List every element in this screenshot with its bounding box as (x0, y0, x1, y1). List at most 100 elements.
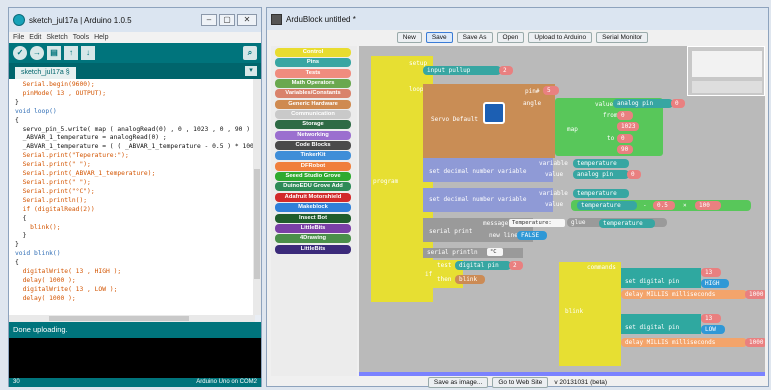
scroll-thumb[interactable] (254, 169, 260, 279)
digital-pin-socket[interactable]: digital pin (455, 261, 511, 270)
code-line: digitalWrite( 13 , HIGH ); (15, 268, 122, 276)
category-button[interactable]: DFRobot (275, 161, 351, 171)
to-min-value[interactable]: 0 (617, 134, 633, 143)
category-button[interactable]: Insect Bot (275, 213, 351, 223)
high-value[interactable]: HIGH (701, 279, 729, 288)
temperature-var-4[interactable]: temperature (599, 219, 655, 228)
save-icon[interactable]: ↓ (81, 46, 95, 60)
upload-button[interactable]: Upload to Arduino (528, 32, 593, 43)
temperature-var-2[interactable]: temperature (573, 189, 629, 198)
pin-13-value-2[interactable]: 13 (701, 314, 721, 323)
category-button[interactable]: Adafruit Motorshield (275, 192, 351, 202)
low-value[interactable]: LOW (701, 325, 725, 334)
loop-label: loop (409, 86, 424, 93)
input-pullup-block[interactable]: input pullup (423, 66, 501, 75)
category-button[interactable]: Control (275, 48, 351, 57)
message-text[interactable]: Temperature: (509, 219, 565, 227)
status-bar: Done uploading. (9, 322, 261, 338)
close-button[interactable]: ✕ (237, 14, 257, 26)
save-as-button[interactable]: Save As (456, 32, 493, 43)
from-label: from (603, 112, 618, 119)
category-button[interactable]: Tests (275, 68, 351, 78)
line-number: 30 (13, 379, 20, 385)
temperature-var-3[interactable]: temperature (577, 201, 637, 210)
code-line: void loop() (15, 107, 57, 115)
code-line: { (15, 116, 19, 124)
scroll-thumb[interactable] (49, 316, 189, 321)
analog-pin-socket-2[interactable]: analog pin (573, 170, 629, 179)
analog-pin-value[interactable]: 0 (671, 99, 685, 108)
analog-pin-value-2[interactable]: 0 (627, 170, 641, 179)
servo-pin-value[interactable]: 5 (543, 86, 559, 95)
to-value[interactable]: 1023 (617, 122, 639, 131)
menu-tools[interactable]: Tools (73, 34, 89, 41)
glue-label: glue (571, 219, 586, 226)
variable-label-2: variable (539, 190, 568, 197)
canvas-minimap[interactable] (687, 46, 765, 96)
open-icon[interactable]: ↑ (64, 46, 78, 60)
category-button[interactable]: Pins (275, 58, 351, 68)
category-button[interactable]: Seeed Studio Grove (275, 172, 351, 182)
editor-vertical-scrollbar[interactable] (253, 79, 261, 315)
delay-value-2[interactable]: 1000 (745, 338, 765, 347)
delay-block-1[interactable]: delay MILLIS milliseconds (621, 290, 747, 299)
save-button[interactable]: Save (425, 32, 453, 43)
serial-monitor-button[interactable]: Serial Monitor (596, 32, 649, 43)
category-button[interactable]: Communication (275, 110, 351, 120)
verify-icon[interactable]: ✓ (13, 46, 27, 60)
temperature-var[interactable]: temperature (573, 159, 629, 168)
set-decimal-label: set decimal number variable (429, 168, 527, 175)
open-button[interactable]: Open (496, 32, 525, 43)
analog-pin-socket[interactable]: analog pin (613, 99, 673, 108)
ab-toolbar: New Save Save As Open Upload to Arduino … (267, 32, 768, 44)
digital-pin-value[interactable]: 2 (509, 261, 523, 270)
category-button[interactable]: TinkerKit (275, 151, 351, 161)
menu-file[interactable]: File (13, 34, 24, 41)
new-icon[interactable]: ▤ (47, 46, 61, 60)
delay-block-2[interactable]: delay MILLIS milliseconds (621, 338, 747, 347)
category-button[interactable]: LittleBits (275, 244, 351, 254)
test-label: test (437, 262, 452, 269)
commands-label: commands (587, 264, 616, 271)
menu-sketch[interactable]: Sketch (46, 34, 67, 41)
from-value[interactable]: 0 (617, 111, 633, 120)
blink-call-block[interactable]: blink (455, 275, 485, 284)
pin-13-value[interactable]: 13 (701, 268, 721, 277)
code-editor[interactable]: Serial.begin(9600); pinMode( 13 , OUTPUT… (9, 79, 255, 315)
ardublock-window: ArduBlock untitled * New Save Save As Op… (266, 7, 769, 388)
servo-icon (483, 102, 505, 124)
category-button[interactable]: Storage (275, 120, 351, 130)
ab-title: ArduBlock untitled * (286, 14, 356, 24)
pin-value[interactable]: 2 (499, 66, 513, 75)
category-button[interactable]: Makeblock (275, 203, 351, 213)
category-button[interactable]: Math Operators (275, 79, 351, 89)
delay-value-1[interactable]: 1000 (745, 290, 765, 299)
tab-sketch[interactable]: sketch_jul17a § (15, 67, 76, 79)
category-button[interactable]: LittleBits (275, 223, 351, 233)
category-button[interactable]: Code Blocks (275, 141, 351, 151)
set-digital-pin-label: set digital pin (625, 278, 680, 285)
editor-horizontal-scrollbar[interactable] (9, 315, 255, 322)
category-button[interactable]: Generic Hardware (275, 99, 351, 109)
minimize-button[interactable]: – (201, 14, 217, 26)
category-button[interactable]: Networking (275, 130, 351, 140)
half-value[interactable]: 0.5 (653, 201, 675, 210)
category-button[interactable]: 4Drawing (275, 234, 351, 244)
new-button[interactable]: New (396, 32, 422, 43)
to-max-value[interactable]: 90 (617, 145, 633, 154)
category-button[interactable]: Variables/Constants (275, 89, 351, 99)
menu-help[interactable]: Help (94, 34, 108, 41)
upload-icon[interactable]: → (30, 46, 44, 60)
false-value[interactable]: FALSE (517, 231, 547, 240)
serial-monitor-icon[interactable]: ⌕ (243, 46, 257, 60)
hundred-value[interactable]: 100 (695, 201, 721, 210)
save-image-button[interactable]: Save as image... (427, 376, 489, 388)
web-site-button[interactable]: Go to Web Site (492, 376, 549, 388)
arduino-ide-window: sketch_jul17a | Arduino 1.0.5 – ▢ ✕ File… (8, 7, 262, 387)
code-line: blink(); (15, 223, 61, 231)
tab-menu-icon[interactable]: ▾ (245, 66, 257, 76)
maximize-button[interactable]: ▢ (219, 14, 235, 26)
deg-text[interactable]: °C (487, 248, 503, 256)
category-button[interactable]: DuinoEDU Grove Add (275, 182, 351, 192)
menu-edit[interactable]: Edit (29, 34, 41, 41)
